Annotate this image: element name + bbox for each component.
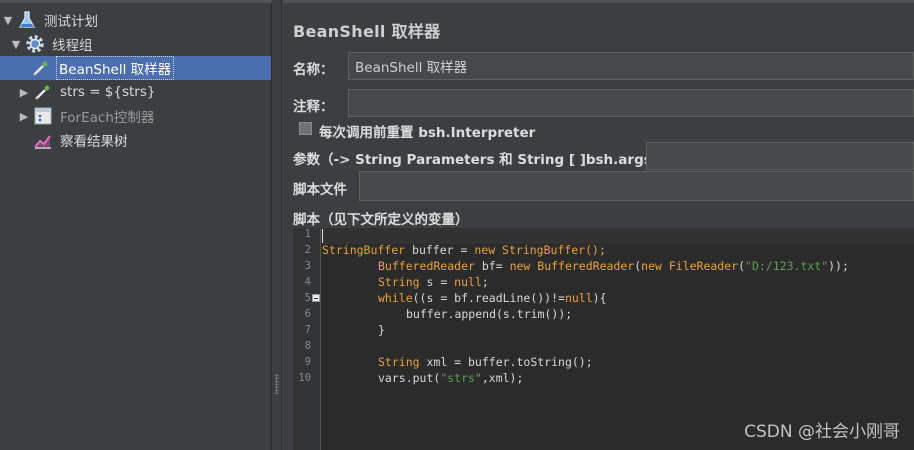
line-number-gutter: 1 2 3 4 5 6 7 8 9 10 <box>293 228 321 450</box>
tree-item-label: BeanShell 取样器 <box>56 56 175 80</box>
test-plan-tree: ▼ 测试计划 ▼ 线程组 BeanShell 取样器 ▶ strs = ${st… <box>0 0 272 450</box>
sampler-pipette-icon <box>30 57 52 79</box>
line-number: 3 <box>304 260 311 272</box>
reset-interpreter-label: 每次调用前重置 bsh.Interpreter <box>319 125 536 141</box>
tree-item-label: 测试计划 <box>44 14 98 30</box>
foreach-controller-icon <box>32 105 54 127</box>
tree-item-strs-sampler[interactable]: ▶ strs = ${strs} <box>18 80 157 104</box>
tree-item-beanshell-sampler[interactable]: BeanShell 取样器 <box>0 56 271 80</box>
script-label: 脚本（见下文所定义的变量） <box>293 212 469 228</box>
expand-arrow-icon[interactable]: ▼ <box>10 38 22 51</box>
line-number: 2 <box>304 244 311 256</box>
panel-splitter[interactable] <box>272 0 282 450</box>
sampler-pipette-icon <box>32 81 54 103</box>
tree-item-label: 察看结果树 <box>60 134 128 150</box>
test-plan-flask-icon <box>16 9 38 31</box>
line-number: 1 <box>304 228 311 240</box>
parameters-label: 参数（-> String Parameters 和 String [ ]bsh.… <box>293 152 666 168</box>
code-line-4: String s = null; <box>378 275 489 289</box>
collapse-arrow-icon[interactable]: ▶ <box>18 110 30 123</box>
tree-top-border <box>0 0 272 3</box>
code-line-9: String xml = buffer.toString(); <box>378 355 593 369</box>
line-number: 10 <box>298 372 311 384</box>
tree-item-view-results-tree[interactable]: 察看结果树 <box>32 128 130 152</box>
code-line-2: StringBuffer buffer = new StringBuffer()… <box>322 243 606 257</box>
editor-top-border <box>283 0 914 3</box>
splitter-grip-icon[interactable] <box>275 374 279 394</box>
collapse-arrow-icon[interactable]: ▶ <box>18 86 30 99</box>
script-file-label: 脚本文件 <box>293 182 347 198</box>
line-number: 7 <box>304 324 311 336</box>
comment-label: 注释： <box>293 99 334 115</box>
expand-arrow-icon[interactable]: ▼ <box>2 14 14 27</box>
tree-item-thread-group[interactable]: ▼ 线程组 <box>10 32 95 56</box>
reset-interpreter-checkbox[interactable] <box>299 122 312 135</box>
code-line-3: BufferedReader bf= new BufferedReader(ne… <box>378 259 849 273</box>
code-fold-icon[interactable] <box>312 294 320 302</box>
csdn-watermark: CSDN @社会小刚哥 <box>744 422 900 442</box>
tree-item-label: 线程组 <box>52 38 93 54</box>
line-number: 9 <box>304 356 311 368</box>
parameters-field[interactable] <box>646 142 914 170</box>
text-cursor <box>322 229 323 243</box>
line-number: 5 <box>304 292 311 304</box>
name-field[interactable]: BeanShell 取样器 <box>348 52 914 80</box>
line-number: 8 <box>304 340 311 352</box>
comment-field[interactable] <box>348 89 914 117</box>
code-line-6: buffer.append(s.trim()); <box>406 307 573 321</box>
result-tree-chart-icon <box>32 129 54 151</box>
tree-item-label: ForEach控制器 <box>60 110 155 126</box>
thread-group-gear-icon <box>24 33 46 55</box>
line-number: 4 <box>304 276 311 288</box>
code-line-7: } <box>378 323 385 337</box>
tree-item-foreach-controller[interactable]: ▶ ForEach控制器 <box>18 104 156 128</box>
name-label: 名称： <box>293 62 334 78</box>
code-line-10: vars.put("strs",xml); <box>378 371 524 385</box>
beanshell-sampler-editor: BeanShell 取样器 名称： BeanShell 取样器 注释： 每次调用… <box>283 0 914 450</box>
script-file-field[interactable] <box>359 171 914 201</box>
tree-item-label: strs = ${strs} <box>60 84 156 100</box>
tree-item-test-plan[interactable]: ▼ 测试计划 <box>2 8 100 32</box>
line-number: 6 <box>304 308 311 320</box>
code-line-5: while((s = bf.readLine())!=null){ <box>378 291 607 305</box>
page-title: BeanShell 取样器 <box>293 22 441 41</box>
